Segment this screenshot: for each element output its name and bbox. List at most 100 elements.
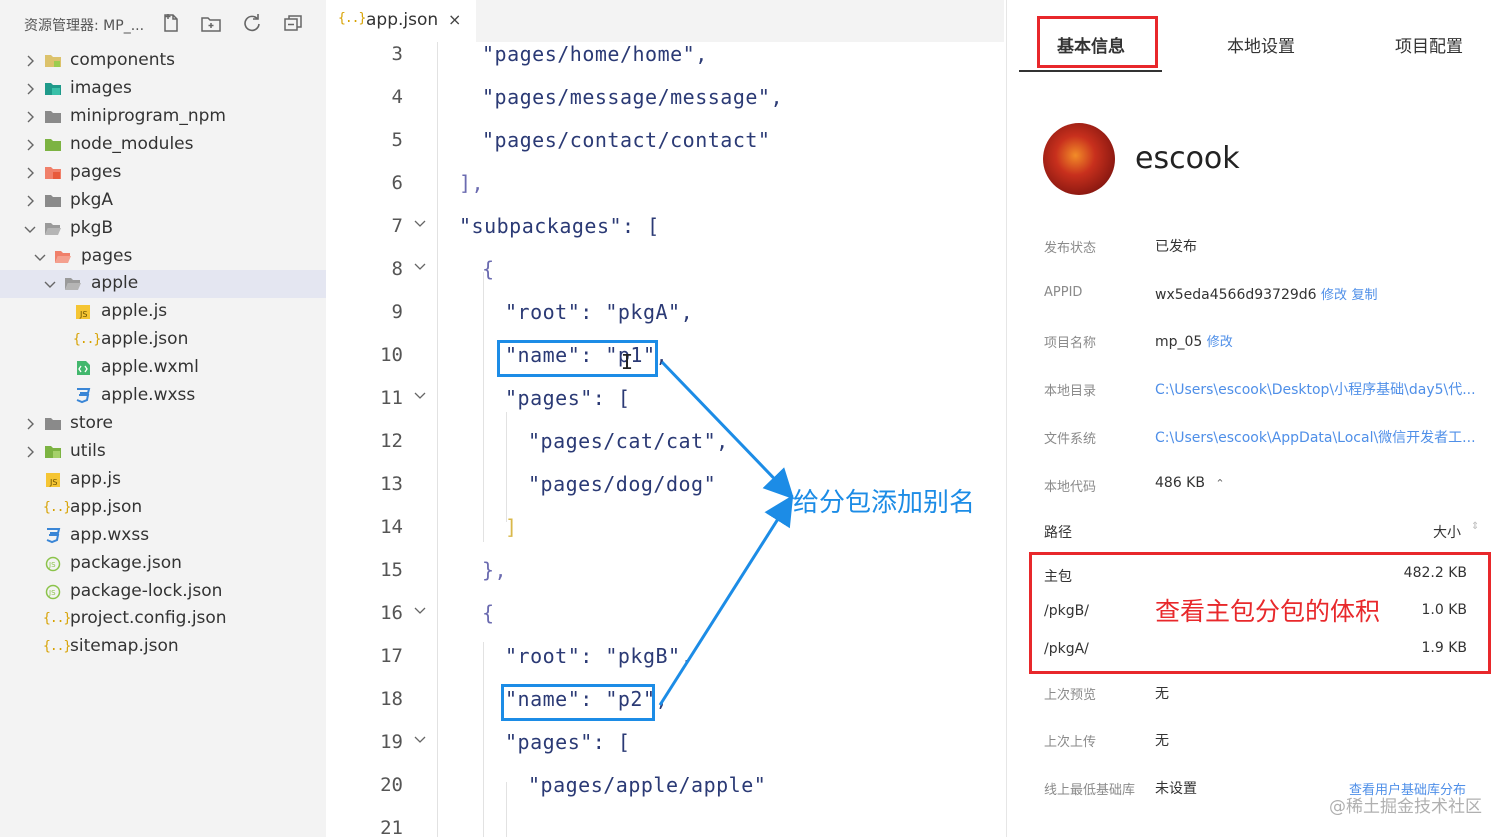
tree-item-miniprogram-npm[interactable]: miniprogram_npm xyxy=(0,103,326,131)
tree-item-apple-wxml[interactable]: apple.wxml xyxy=(0,354,326,382)
label-last-upload: 上次上传 xyxy=(1044,735,1097,750)
npm-file-icon: JS xyxy=(45,584,61,600)
wxss-file-icon xyxy=(46,528,61,544)
new-folder-icon[interactable] xyxy=(200,12,222,34)
code-text: "pages/apple/apple" xyxy=(528,773,767,797)
code-line: 4 "pages/message/message", xyxy=(326,79,1004,122)
tree-item-apple-json[interactable]: {..} apple.json xyxy=(0,326,326,354)
folder-icon xyxy=(45,139,61,151)
fold-chevron-icon[interactable] xyxy=(414,219,426,229)
tree-item-label: app.js xyxy=(70,469,121,489)
tree-item-pages[interactable]: pages xyxy=(0,159,326,187)
tree-item-label: pages xyxy=(81,246,133,266)
tree-item-project-config-json[interactable]: {..} project.config.json xyxy=(0,605,326,633)
tree-item-label: package-lock.json xyxy=(70,581,223,601)
tree-item-package-json[interactable]: JS package.json xyxy=(0,550,326,578)
tree-item-label: package.json xyxy=(70,553,182,573)
folder-icon xyxy=(45,167,61,179)
tree-item-app-json[interactable]: {..} app.json xyxy=(0,494,326,522)
tree-item-label: pkgB xyxy=(70,218,114,238)
copy-appid-link[interactable]: 复制 xyxy=(1352,288,1378,303)
line-number: 9 xyxy=(391,301,403,323)
tree-item-label: apple.js xyxy=(101,301,168,321)
json-file-icon: {..} xyxy=(43,611,71,626)
project-details-panel: 基本信息 本地设置 项目配置 escook 发布状态 已发布 APPID wx5… xyxy=(1006,0,1512,837)
tree-item-pkgb-pages[interactable]: pages xyxy=(0,243,326,271)
code-line: 11 "pages": [ xyxy=(326,380,1004,423)
label-min-base-lib: 线上最低基础库 xyxy=(1044,783,1136,798)
tree-item-app-wxss[interactable]: app.wxss xyxy=(0,522,326,550)
tree-item-pkga[interactable]: pkgA xyxy=(0,187,326,215)
tree-item-utils[interactable]: utils xyxy=(0,438,326,466)
new-file-icon[interactable] xyxy=(160,12,182,34)
tab-project-config[interactable]: 项目配置 xyxy=(1395,32,1463,57)
fold-chevron-icon[interactable] xyxy=(414,735,426,745)
username: escook xyxy=(1135,141,1240,176)
tree-item-package-lock-json[interactable]: JS package-lock.json xyxy=(0,578,326,606)
line-number: 16 xyxy=(380,602,403,624)
folder-icon xyxy=(45,83,61,95)
collapse-all-icon[interactable] xyxy=(282,12,304,34)
tree-item-label: node_modules xyxy=(70,134,194,154)
tree-item-images[interactable]: images xyxy=(0,75,326,103)
code-line: 8{ xyxy=(326,251,1004,294)
code-editor[interactable]: {..} app.json × 3 "pages/home/home", 4 "pa… xyxy=(326,0,1004,837)
chevron-down-icon xyxy=(24,226,36,233)
code-text: }, xyxy=(482,558,508,582)
code-text: "pages/contact/contact" xyxy=(482,128,771,152)
folder-open-icon xyxy=(55,251,71,263)
value-appid: wx5eda4566d93729d6 xyxy=(1155,287,1317,303)
folder-icon xyxy=(45,418,61,430)
explorer-header: 资源管理器: MP_... xyxy=(0,0,326,46)
chevron-up-icon[interactable]: ⌃ xyxy=(1215,477,1224,490)
code-text: "pages/cat/cat", xyxy=(528,429,729,453)
tree-item-sitemap-json[interactable]: {..} sitemap.json xyxy=(0,633,326,661)
refresh-icon[interactable] xyxy=(241,12,263,34)
svg-text:JS: JS xyxy=(79,310,87,319)
value-local-code: 486 KB xyxy=(1155,475,1205,491)
tree-item-app-js[interactable]: JS app.js xyxy=(0,466,326,494)
value-min-base-lib: 未设置 xyxy=(1155,781,1197,797)
code-text: { xyxy=(482,257,495,281)
edit-appid-link[interactable]: 修改 xyxy=(1321,288,1347,303)
size-column-header[interactable]: 大小 xyxy=(1433,522,1461,542)
json-file-icon: {..} xyxy=(73,332,101,347)
tree-item-apple-js[interactable]: JS apple.js xyxy=(0,298,326,326)
line-number: 6 xyxy=(391,172,403,194)
value-publish-status: 已发布 xyxy=(1155,239,1197,255)
folder-icon xyxy=(45,195,61,207)
tree-item-node-modules[interactable]: node_modules xyxy=(0,131,326,159)
fold-chevron-icon[interactable] xyxy=(414,606,426,616)
sort-icon[interactable]: ⇕ xyxy=(1471,521,1479,532)
tree-item-store[interactable]: store xyxy=(0,410,326,438)
explorer-panel: 资源管理器: MP_... components images miniprog… xyxy=(0,0,326,837)
code-area[interactable]: 3 "pages/home/home", 4 "pages/message/mess… xyxy=(326,42,1004,837)
tree-item-label: app.wxss xyxy=(70,525,150,545)
tab-app-json[interactable]: {..} app.json × xyxy=(326,0,476,42)
code-text: ], xyxy=(459,171,485,195)
code-line: 15}, xyxy=(326,552,1004,595)
file-system-link[interactable]: C:\Users\escook\AppData\Local\微信开发者工... xyxy=(1155,427,1476,447)
line-number: 10 xyxy=(380,344,403,366)
tree-item-label: utils xyxy=(70,441,106,461)
local-dir-link[interactable]: C:\Users\escook\Desktop\小程序基础\day5\代... xyxy=(1155,379,1476,399)
chevron-right-icon xyxy=(27,195,34,207)
code-text: "pages/dog/dog" xyxy=(528,472,717,496)
text-cursor-icon: I xyxy=(621,350,634,374)
tab-local-settings[interactable]: 本地设置 xyxy=(1227,32,1295,57)
code-line: 20 "pages/apple/apple" xyxy=(326,767,1004,810)
tree-item-components[interactable]: components xyxy=(0,47,326,75)
tree-item-pkgb[interactable]: pkgB xyxy=(0,215,326,243)
tree-item-apple-wxss[interactable]: apple.wxss xyxy=(0,382,326,410)
value-project-name-row: mp_05 修改 xyxy=(1155,331,1233,350)
close-icon[interactable]: × xyxy=(448,10,461,29)
fold-chevron-icon[interactable] xyxy=(414,262,426,272)
value-project-name: mp_05 xyxy=(1155,334,1203,350)
tree-item-apple-folder[interactable]: apple xyxy=(0,270,326,298)
annotation-add-alias: 给分包添加别名 xyxy=(793,488,976,518)
label-appid: APPID xyxy=(1044,285,1083,300)
fold-chevron-icon[interactable] xyxy=(414,391,426,401)
edit-project-name-link[interactable]: 修改 xyxy=(1207,335,1233,350)
wxml-file-icon xyxy=(77,361,90,375)
label-last-preview: 上次预览 xyxy=(1044,688,1097,703)
